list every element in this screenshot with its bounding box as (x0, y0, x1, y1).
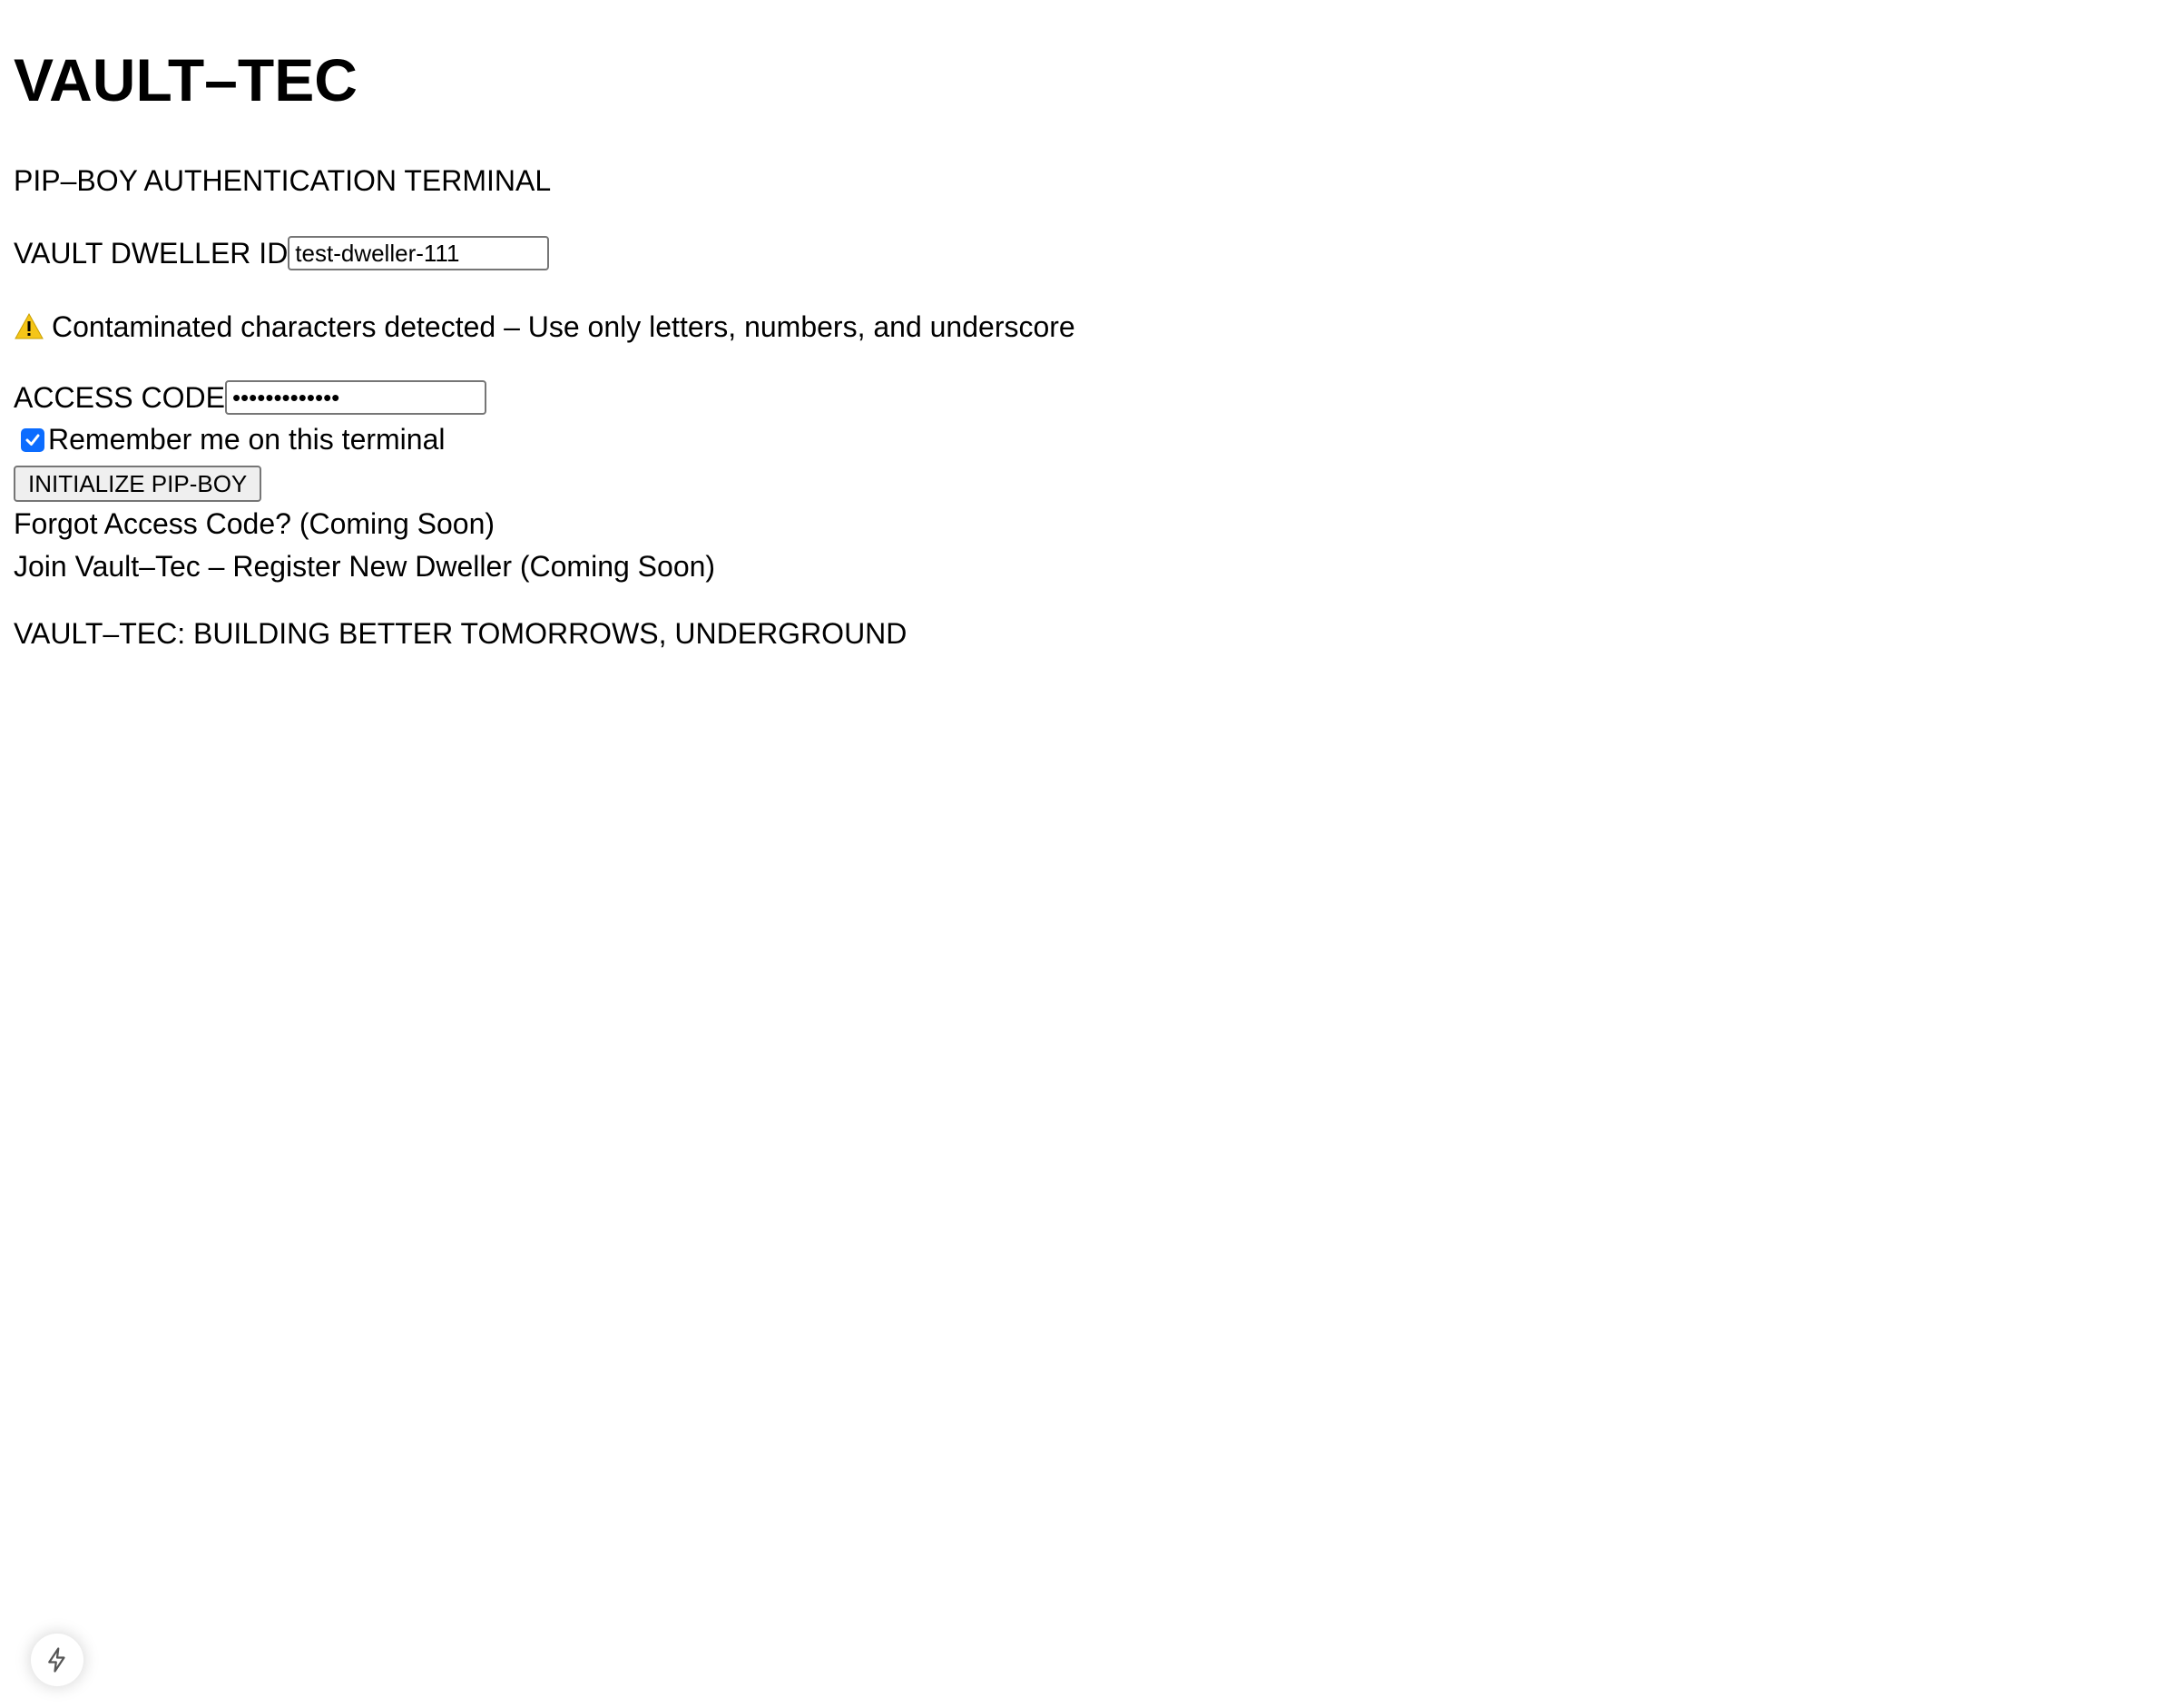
dweller-id-label: VAULT DWELLER ID (14, 237, 289, 270)
warning-icon (15, 312, 44, 339)
access-code-row: ACCESS CODE (14, 377, 2164, 418)
register-dweller-link[interactable]: Join Vault–Tec – Register New Dweller (C… (14, 545, 2164, 587)
floating-action-button[interactable] (31, 1634, 83, 1686)
dweller-id-row: VAULT DWELLER ID (14, 232, 2164, 274)
remember-me-label: Remember me on this terminal (48, 423, 446, 456)
warning-text: Contaminated characters detected – Use o… (52, 309, 1075, 343)
lightning-bolt-icon (48, 1647, 65, 1673)
remember-me-row[interactable]: Remember me on this terminal (14, 418, 2164, 460)
remember-me-checkbox[interactable] (21, 427, 44, 452)
dweller-id-input[interactable] (288, 236, 550, 271)
validation-warning: Contaminated characters detected – Use o… (14, 306, 2164, 348)
page-subtitle: PIP–BOY AUTHENTICATION TERMINAL (14, 163, 552, 197)
access-code-input[interactable] (224, 380, 486, 416)
access-code-label: ACCESS CODE (14, 381, 225, 415)
initialize-pipboy-button[interactable]: INITIALIZE PIP-BOY (14, 466, 262, 503)
footer-tagline: VAULT–TEC: BUILDING BETTER TOMORROWS, UN… (14, 617, 908, 650)
checkmark-icon (25, 434, 40, 446)
login-page: VAULT–TEC PIP–BOY AUTHENTICATION TERMINA… (0, 0, 2178, 654)
page-title: VAULT–TEC (14, 46, 358, 113)
forgot-access-code-link[interactable]: Forgot Access Code? (Coming Soon) (14, 503, 2164, 545)
